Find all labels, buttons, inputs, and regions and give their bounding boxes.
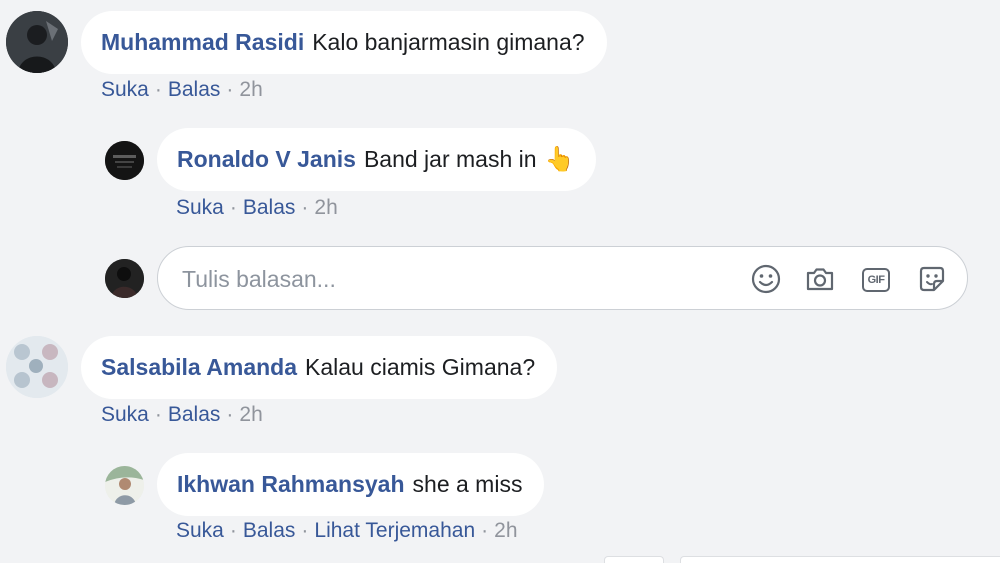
- pointing-up-emoji: 👆: [544, 146, 575, 173]
- comment-bubble: Muhammad Rasidi Kalo banjarmasin gimana?: [81, 11, 607, 74]
- comment-bubble: Salsabila Amanda Kalau ciamis Gimana?: [81, 336, 558, 399]
- separator: ·: [229, 519, 237, 542]
- avatar[interactable]: [6, 336, 68, 398]
- comment-actions: Suka · Balas · Lihat Terjemahan · 2h: [176, 519, 518, 543]
- timestamp[interactable]: 2h: [494, 519, 517, 542]
- like-link[interactable]: Suka: [101, 403, 149, 426]
- reply-input[interactable]: [180, 247, 724, 311]
- comment-bubble: Ikhwan Rahmansyah she a miss: [157, 453, 545, 516]
- like-link[interactable]: Suka: [101, 78, 149, 101]
- reply-composer: GIF: [157, 246, 968, 311]
- comment-actions: Suka · Balas · 2h: [101, 78, 263, 102]
- comment-actions: Suka · Balas · 2h: [176, 196, 338, 220]
- comment-actions: Suka · Balas · 2h: [101, 403, 263, 427]
- sticker-icon[interactable]: [916, 263, 948, 295]
- comment-text: Band jar mash in: [363, 146, 537, 172]
- comment-text: Kalau ciamis Gimana?: [305, 354, 536, 380]
- comment-bubble: Ronaldo V Janis Band jar mash in 👆: [157, 128, 597, 191]
- comment-author[interactable]: Ikhwan Rahmansyah: [177, 471, 405, 498]
- separator: ·: [226, 403, 234, 426]
- comment-text: she a miss: [412, 471, 523, 497]
- comment-author[interactable]: Salsabila Amanda: [101, 354, 297, 381]
- separator: ·: [226, 78, 234, 101]
- camera-icon[interactable]: [804, 263, 836, 295]
- current-user-avatar: [105, 259, 144, 298]
- like-link[interactable]: Suka: [176, 519, 224, 542]
- comment-text: Kalo banjarmasin gimana?: [312, 29, 585, 55]
- avatar[interactable]: [105, 466, 144, 505]
- separator: ·: [229, 196, 237, 219]
- gif-label: GIF: [867, 274, 885, 286]
- timestamp[interactable]: 2h: [239, 78, 262, 101]
- avatar[interactable]: [105, 141, 144, 180]
- reply-link[interactable]: Balas: [243, 196, 296, 219]
- emoji-icon[interactable]: [750, 263, 782, 295]
- see-translation-link[interactable]: Lihat Terjemahan: [314, 519, 475, 542]
- timestamp[interactable]: 2h: [314, 196, 337, 219]
- separator: ·: [154, 78, 162, 101]
- reply-link[interactable]: Balas: [243, 519, 296, 542]
- timestamp[interactable]: 2h: [239, 403, 262, 426]
- separator: ·: [154, 403, 162, 426]
- comment-author[interactable]: Muhammad Rasidi: [101, 29, 304, 56]
- separator: ·: [301, 196, 309, 219]
- comment-author[interactable]: Ronaldo V Janis: [177, 146, 356, 173]
- avatar[interactable]: [6, 11, 68, 73]
- gif-icon[interactable]: GIF: [860, 263, 892, 295]
- like-link[interactable]: Suka: [176, 196, 224, 219]
- separator: ·: [481, 519, 489, 542]
- separator: ·: [301, 519, 309, 542]
- reply-link[interactable]: Balas: [168, 403, 221, 426]
- reply-link[interactable]: Balas: [168, 78, 221, 101]
